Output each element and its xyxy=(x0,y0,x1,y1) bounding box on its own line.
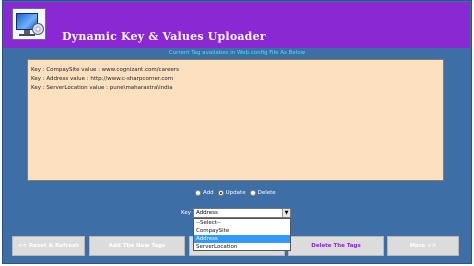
key-line: Key : CompaySite value : www.cognizant.c… xyxy=(31,67,179,73)
dropdown-option[interactable]: --Select-- xyxy=(194,219,290,227)
key-label: Key xyxy=(181,210,191,216)
more-button[interactable]: More >> xyxy=(387,236,459,256)
key-select[interactable]: Address ▼ xyxy=(193,208,291,218)
keys-textarea[interactable]: Key : CompaySite value : www.cognizant.c… xyxy=(27,59,444,181)
header-bar: Dynamic Key & Values Uploader xyxy=(3,2,470,48)
mode-radio-group: Add Update Delete xyxy=(195,190,276,196)
dropdown-option[interactable]: CompaySite xyxy=(194,227,290,235)
radio-button[interactable] xyxy=(195,190,201,196)
radio-update[interactable]: Update xyxy=(217,190,246,196)
key-line: Key : ServerLocation value : pune\mahara… xyxy=(31,85,173,91)
page-title: Dynamic Key & Values Uploader xyxy=(62,30,266,43)
reset-refresh-button[interactable]: << Reset & Refresh xyxy=(12,236,85,256)
key-line: Key : Address value : http://www.c-sharp… xyxy=(31,76,174,82)
radio-delete[interactable]: Delete xyxy=(249,190,276,196)
radio-label: Delete xyxy=(257,190,276,196)
key-dropdown-list: --Select-- CompaySite Address ServerLoca… xyxy=(193,218,291,251)
radio-button[interactable] xyxy=(249,190,256,196)
add-tags-button[interactable]: Add The New Tags xyxy=(89,236,185,256)
key-select-value: Address xyxy=(196,210,218,216)
radio-button-selected[interactable] xyxy=(217,190,224,196)
app-logo-icon xyxy=(12,8,46,40)
chevron-down-icon[interactable]: ▼ xyxy=(282,209,290,217)
radio-label: Add xyxy=(203,190,214,196)
dropdown-option-highlighted[interactable]: Address xyxy=(194,235,290,243)
config-caption: Current Tag availabes in Web.config File… xyxy=(168,50,306,56)
radio-label: Update xyxy=(225,190,246,196)
radio-add[interactable]: Add xyxy=(195,190,214,196)
dropdown-option[interactable]: ServerLocation xyxy=(194,243,290,251)
delete-tags-button[interactable]: Delete The Tags xyxy=(288,236,384,256)
